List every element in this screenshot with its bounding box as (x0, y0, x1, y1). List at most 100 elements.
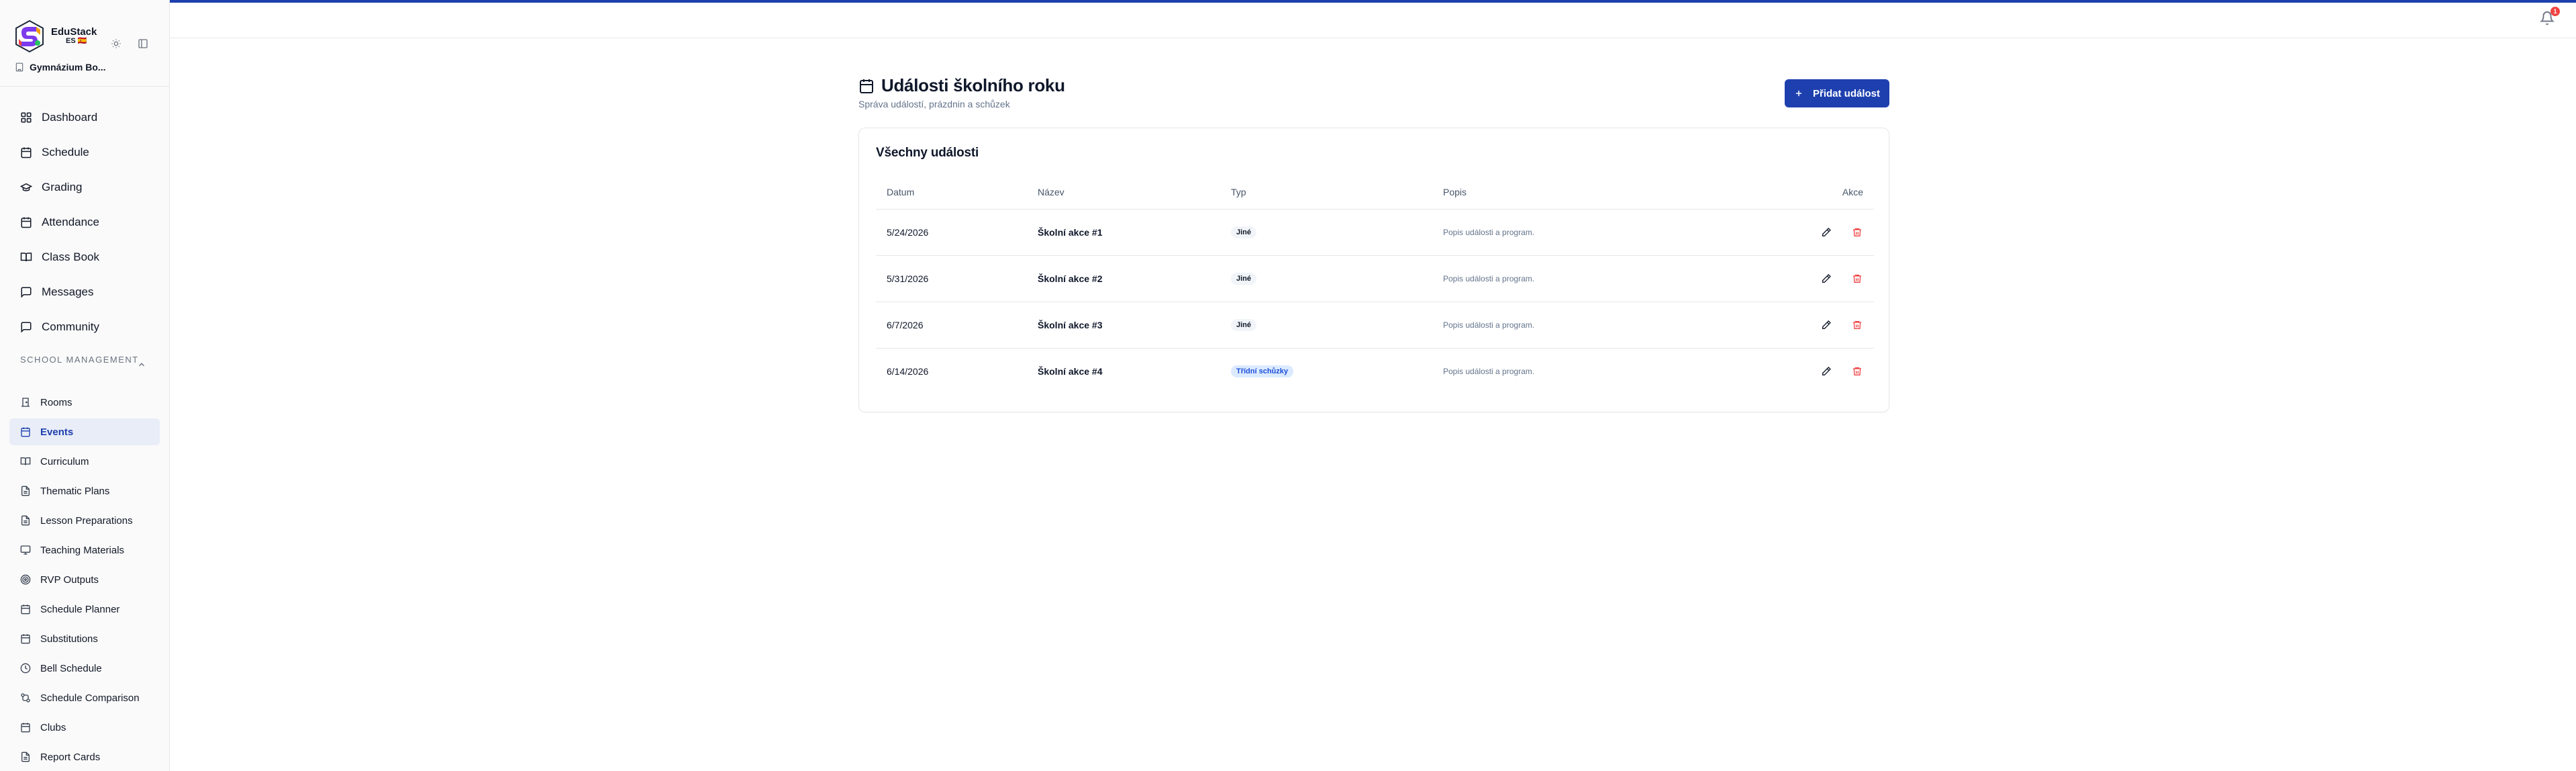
sub-label: Events (40, 426, 74, 438)
sub-item-substitutions[interactable]: Substitutions (9, 625, 160, 652)
edit-icon[interactable] (1819, 225, 1834, 240)
sub-label: Substitutions (40, 633, 98, 645)
sub-label: Rooms (40, 396, 72, 408)
column-header-name[interactable]: Název (1027, 175, 1220, 210)
table-header-row: Datum Název Typ Popis Akce (876, 175, 1874, 210)
message-icon (21, 287, 32, 298)
page-header: Události školního roku Správa událostí, … (858, 75, 1065, 109)
top-accent-line (170, 0, 2576, 3)
nav-item-grading[interactable]: Grading (9, 173, 160, 201)
calendar-icon (21, 723, 30, 733)
sub-item-schedule-comparison[interactable]: Schedule Comparison (9, 684, 160, 711)
message-icon (21, 322, 32, 333)
compare-icon (21, 693, 30, 702)
calendar-icon (21, 634, 30, 644)
sub-item-schedule-planner[interactable]: Schedule Planner (9, 596, 160, 623)
column-header-type[interactable]: Typ (1220, 175, 1432, 210)
file-icon (21, 515, 30, 526)
cell-actions (1741, 209, 1874, 256)
trash-icon[interactable] (1850, 318, 1865, 332)
table-row: 6/14/2026 Školní akce #4 Třídní schůzky … (876, 348, 1874, 394)
sub-item-report-cards[interactable]: Report Cards (9, 743, 160, 770)
edit-icon[interactable] (1819, 364, 1834, 379)
column-header-description[interactable]: Popis (1432, 175, 1741, 210)
sub-item-rooms[interactable]: Rooms (9, 389, 160, 416)
cell-date: 6/7/2026 (876, 302, 1027, 349)
trash-icon[interactable] (1850, 271, 1865, 286)
nav-item-class-book[interactable]: Class Book (9, 243, 160, 271)
cell-name: Školní akce #1 (1027, 209, 1220, 256)
nav-item-community[interactable]: Community (9, 313, 160, 341)
brand-locale: ES 🇪🇸 (66, 37, 87, 46)
brand-name: EduStack (51, 26, 97, 38)
file-icon (21, 752, 30, 762)
school-name: Gymnázium Bo... (30, 62, 106, 73)
events-table: Datum Název Typ Popis Akce 5/24/2026 Ško… (876, 175, 1874, 394)
add-event-button[interactable]: Přidat událost (1785, 79, 1889, 107)
sub-item-lesson-preparations[interactable]: Lesson Preparations (9, 507, 160, 534)
sub-label: Teaching Materials (40, 544, 125, 556)
sub-label: Schedule Planner (40, 603, 120, 615)
sub-label: Curriculum (40, 455, 89, 467)
sub-item-clubs[interactable]: Clubs (9, 714, 160, 741)
nav-label: Dashboard (42, 111, 98, 124)
type-badge: Jiné (1231, 273, 1257, 285)
add-event-label: Přidat událost (1812, 87, 1880, 99)
page-subtitle: Správa událostí, prázdnin a schůzek (858, 99, 1010, 109)
sub-item-bell-schedule[interactable]: Bell Schedule (9, 655, 160, 682)
cell-actions (1741, 255, 1874, 302)
section-school-management[interactable]: SCHOOL MANAGEMENT (20, 353, 154, 367)
school-selector[interactable]: Gymnázium Bo... (15, 62, 106, 73)
monitor-icon (20, 545, 31, 555)
cell-type: Jiné (1220, 209, 1432, 256)
clock-icon (20, 663, 31, 674)
nav-label: Community (42, 320, 99, 333)
book-icon (20, 253, 32, 262)
sub-item-thematic-plans[interactable]: Thematic Plans (9, 478, 160, 504)
sidebar-toggle-icon[interactable] (137, 38, 149, 50)
cell-description: Popis události a program. (1443, 366, 1535, 376)
edit-icon[interactable] (1819, 318, 1834, 332)
cell-date: 5/24/2026 (876, 209, 1027, 256)
calendar-icon (21, 217, 32, 228)
cell-name: Školní akce #4 (1038, 365, 1103, 377)
type-badge: Jiné (1231, 319, 1257, 331)
sub-item-rvp-outputs[interactable]: RVP Outputs (9, 566, 160, 593)
table-row: 5/24/2026 Školní akce #1 Jiné Popis udál… (876, 209, 1874, 256)
trash-icon[interactable] (1850, 364, 1865, 379)
sub-item-teaching-materials[interactable]: Teaching Materials (9, 537, 160, 563)
file-icon (21, 486, 30, 496)
cell-description: Popis události a program. (1432, 302, 1741, 349)
nav-label: Schedule (42, 146, 89, 158)
sub-item-curriculum[interactable]: Curriculum (9, 448, 160, 475)
sun-icon[interactable] (110, 38, 122, 50)
door-icon (21, 398, 30, 407)
sub-label: Report Cards (40, 751, 101, 763)
cell-date: 5/31/2026 (876, 255, 1027, 302)
sidebar: EduStack ES 🇪🇸 Gymnázium Bo... Dashboard… (0, 0, 170, 771)
table-row: 6/7/2026 Školní akce #3 Jiné Popis událo… (876, 302, 1874, 349)
sub-item-events[interactable]: Events (9, 418, 160, 445)
nav-item-schedule[interactable]: Schedule (9, 138, 160, 167)
plus-icon (1795, 90, 1802, 97)
sub-label: Clubs (40, 721, 66, 733)
nav-label: Messages (42, 285, 94, 298)
trash-icon[interactable] (1850, 225, 1865, 240)
sidebar-divider (0, 86, 170, 87)
book-icon (20, 457, 31, 465)
nav-item-messages[interactable]: Messages (9, 278, 160, 306)
sub-label: RVP Outputs (40, 574, 99, 586)
cell-description: Popis události a program. (1432, 255, 1741, 302)
grading-icon (20, 183, 32, 191)
column-header-date[interactable]: Datum (876, 175, 1027, 210)
events-card: Všechny události Datum Název Typ Popis A… (858, 128, 1889, 412)
nav-label: Grading (42, 181, 83, 193)
brand[interactable]: EduStack ES 🇪🇸 (13, 17, 168, 55)
page-title-text: Události školního roku (881, 75, 1065, 95)
edit-icon[interactable] (1819, 271, 1834, 286)
nav-item-dashboard[interactable]: Dashboard (9, 103, 160, 132)
nav-item-attendance[interactable]: Attendance (9, 208, 160, 236)
cell-type: Jiné (1220, 302, 1432, 349)
cell-name: Školní akce #2 (1027, 255, 1220, 302)
chevron-up-icon[interactable] (137, 360, 146, 369)
